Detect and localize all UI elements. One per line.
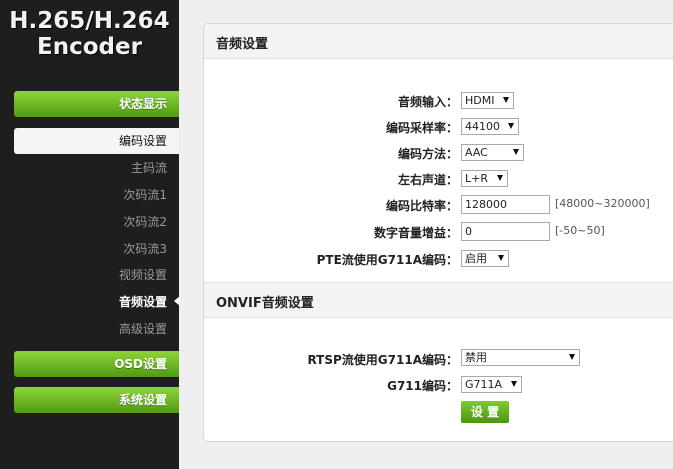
channel-label: 左右声道： xyxy=(397,173,458,187)
nav-status-button[interactable]: 状态显示 xyxy=(14,91,179,117)
nav-system-button[interactable]: 系统设置 xyxy=(14,387,179,413)
dropdown-arrow-icon xyxy=(497,175,503,181)
audio-input-select[interactable]: HDMI xyxy=(461,92,514,109)
sample-rate-label: 编码采样率： xyxy=(385,121,458,135)
audio-input-value: HDMI xyxy=(465,94,495,107)
dropdown-arrow-icon xyxy=(498,255,504,261)
bitrate-range-hint: [48000~320000] xyxy=(555,197,650,210)
g711-encoding-value: G711A xyxy=(465,378,503,391)
rtsp-g711a-value: 禁用 xyxy=(465,351,487,364)
dropdown-arrow-icon xyxy=(569,354,575,360)
sidebar-item-sub-stream-3[interactable]: 次码流3 xyxy=(123,241,167,257)
onvif-section-title: ONVIF音频设置 xyxy=(216,296,314,311)
encode-method-label: 编码方法： xyxy=(397,147,458,161)
audio-input-label: 音频输入： xyxy=(397,95,458,109)
encode-method-value: AAC xyxy=(465,146,488,159)
rtsp-g711a-select[interactable]: 禁用 xyxy=(461,349,580,366)
sidebar: H.265/H.264 Encoder 状态显示 编码设置 主码流 次码流1 次… xyxy=(0,0,180,469)
dropdown-arrow-icon xyxy=(508,123,514,129)
volume-gain-label: 数字音量增益： xyxy=(373,226,458,240)
onvif-section-header: ONVIF音频设置 xyxy=(204,282,673,318)
dropdown-arrow-icon xyxy=(511,381,517,387)
sample-rate-select[interactable]: 44100 xyxy=(461,118,519,135)
volume-gain-range-hint: [-50~50] xyxy=(555,224,605,237)
audio-section-header: 音频设置 xyxy=(204,24,673,59)
apply-settings-button[interactable]: 设 置 xyxy=(461,401,509,423)
sidebar-item-advanced-settings[interactable]: 高级设置 xyxy=(119,321,167,337)
pte-g711a-select[interactable]: 启用 xyxy=(461,250,509,267)
sidebar-item-main-stream[interactable]: 主码流 xyxy=(131,160,167,176)
bitrate-label: 编码比特率： xyxy=(385,199,458,213)
channel-value: L+R xyxy=(465,172,488,185)
bitrate-input[interactable]: 128000 xyxy=(461,195,550,214)
sidebar-item-sub-stream-1[interactable]: 次码流1 xyxy=(123,187,167,203)
settings-panel: 音频设置 音频输入： HDMI 编码采样率： 44100 编码方法： AAC 左… xyxy=(203,23,673,442)
sample-rate-value: 44100 xyxy=(465,120,500,133)
channel-select[interactable]: L+R xyxy=(461,170,508,187)
product-logo: H.265/H.264 Encoder xyxy=(0,8,179,60)
encode-method-select[interactable]: AAC xyxy=(461,144,524,161)
audio-section-title: 音频设置 xyxy=(216,37,269,52)
sidebar-item-audio-settings[interactable]: 音频设置 xyxy=(119,294,167,310)
nav-encode-button[interactable]: 编码设置 xyxy=(14,128,179,154)
sidebar-item-sub-stream-2[interactable]: 次码流2 xyxy=(123,214,167,230)
logo-line1: H.265/H.264 xyxy=(9,8,170,34)
dropdown-arrow-icon xyxy=(513,149,519,155)
sidebar-item-video-settings[interactable]: 视频设置 xyxy=(119,267,167,283)
nav-osd-button[interactable]: OSD设置 xyxy=(14,351,179,377)
pte-g711a-value: 启用 xyxy=(465,252,487,265)
g711-encoding-label: G711编码： xyxy=(387,379,458,393)
selected-indicator-icon xyxy=(174,296,180,306)
logo-line2: Encoder xyxy=(37,34,142,60)
pte-g711a-label: PTE流使用G711A编码： xyxy=(316,253,458,267)
volume-gain-input[interactable]: 0 xyxy=(461,222,550,241)
rtsp-g711a-label: RTSP流使用G711A编码： xyxy=(307,353,458,367)
dropdown-arrow-icon xyxy=(503,97,509,103)
g711-encoding-select[interactable]: G711A xyxy=(461,376,522,393)
